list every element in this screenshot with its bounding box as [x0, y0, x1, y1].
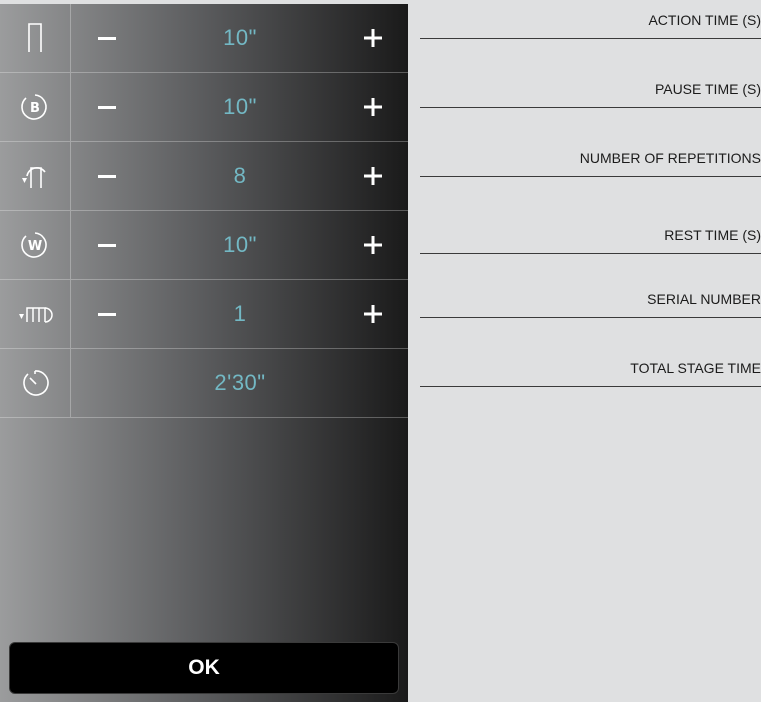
label-action-time: ACTION TIME (S) — [420, 12, 761, 42]
action-time-increase-button[interactable] — [358, 4, 388, 72]
series-icon — [0, 280, 71, 348]
rest-time-value: 10" — [223, 232, 257, 257]
divider — [420, 38, 761, 39]
action-time-icon — [0, 4, 71, 72]
divider — [420, 317, 761, 318]
pause-time-increase-button[interactable] — [358, 73, 388, 141]
label-total-time: TOTAL STAGE TIME — [420, 360, 761, 390]
divider — [420, 176, 761, 177]
repetitions-icon — [0, 142, 71, 210]
rest-time-increase-button[interactable] — [358, 211, 388, 279]
repetitions-decrease-button[interactable] — [92, 142, 122, 210]
pause-time-icon: B — [0, 73, 71, 141]
pause-time-value: 10" — [223, 94, 257, 119]
label-pause-time: PAUSE TIME (S) — [420, 81, 761, 111]
repetitions-value: 8 — [233, 163, 247, 188]
total-time-row: 2'30" — [0, 349, 408, 418]
rest-time-icon: W — [0, 211, 71, 279]
svg-text:W: W — [28, 239, 42, 254]
series-increase-button[interactable] — [358, 280, 388, 348]
action-time-decrease-button[interactable] — [92, 4, 122, 72]
total-time-value: 2'30" — [214, 370, 266, 395]
ok-button[interactable]: OK — [9, 642, 399, 694]
repetitions-increase-button[interactable] — [358, 142, 388, 210]
svg-text:B: B — [30, 101, 40, 116]
settings-panel: 10" B 10" 8 W 10" 1 2'30" OK — [0, 4, 408, 702]
divider — [420, 386, 761, 387]
divider — [420, 107, 761, 108]
divider — [420, 253, 761, 254]
label-repetitions: NUMBER OF REPETITIONS — [420, 150, 761, 180]
label-rest-time: REST TIME (S) — [420, 227, 761, 257]
rest-time-decrease-button[interactable] — [92, 211, 122, 279]
total-time-icon — [0, 349, 71, 417]
action-time-value: 10" — [223, 25, 257, 50]
repetitions-row: 8 — [0, 142, 408, 211]
series-value: 1 — [233, 301, 247, 326]
pause-time-decrease-button[interactable] — [92, 73, 122, 141]
rest-time-row: W 10" — [0, 211, 408, 280]
series-decrease-button[interactable] — [92, 280, 122, 348]
series-row: 1 — [0, 280, 408, 349]
label-series: SERIAL NUMBER — [420, 291, 761, 321]
action-time-row: 10" — [0, 4, 408, 73]
pause-time-row: B 10" — [0, 73, 408, 142]
